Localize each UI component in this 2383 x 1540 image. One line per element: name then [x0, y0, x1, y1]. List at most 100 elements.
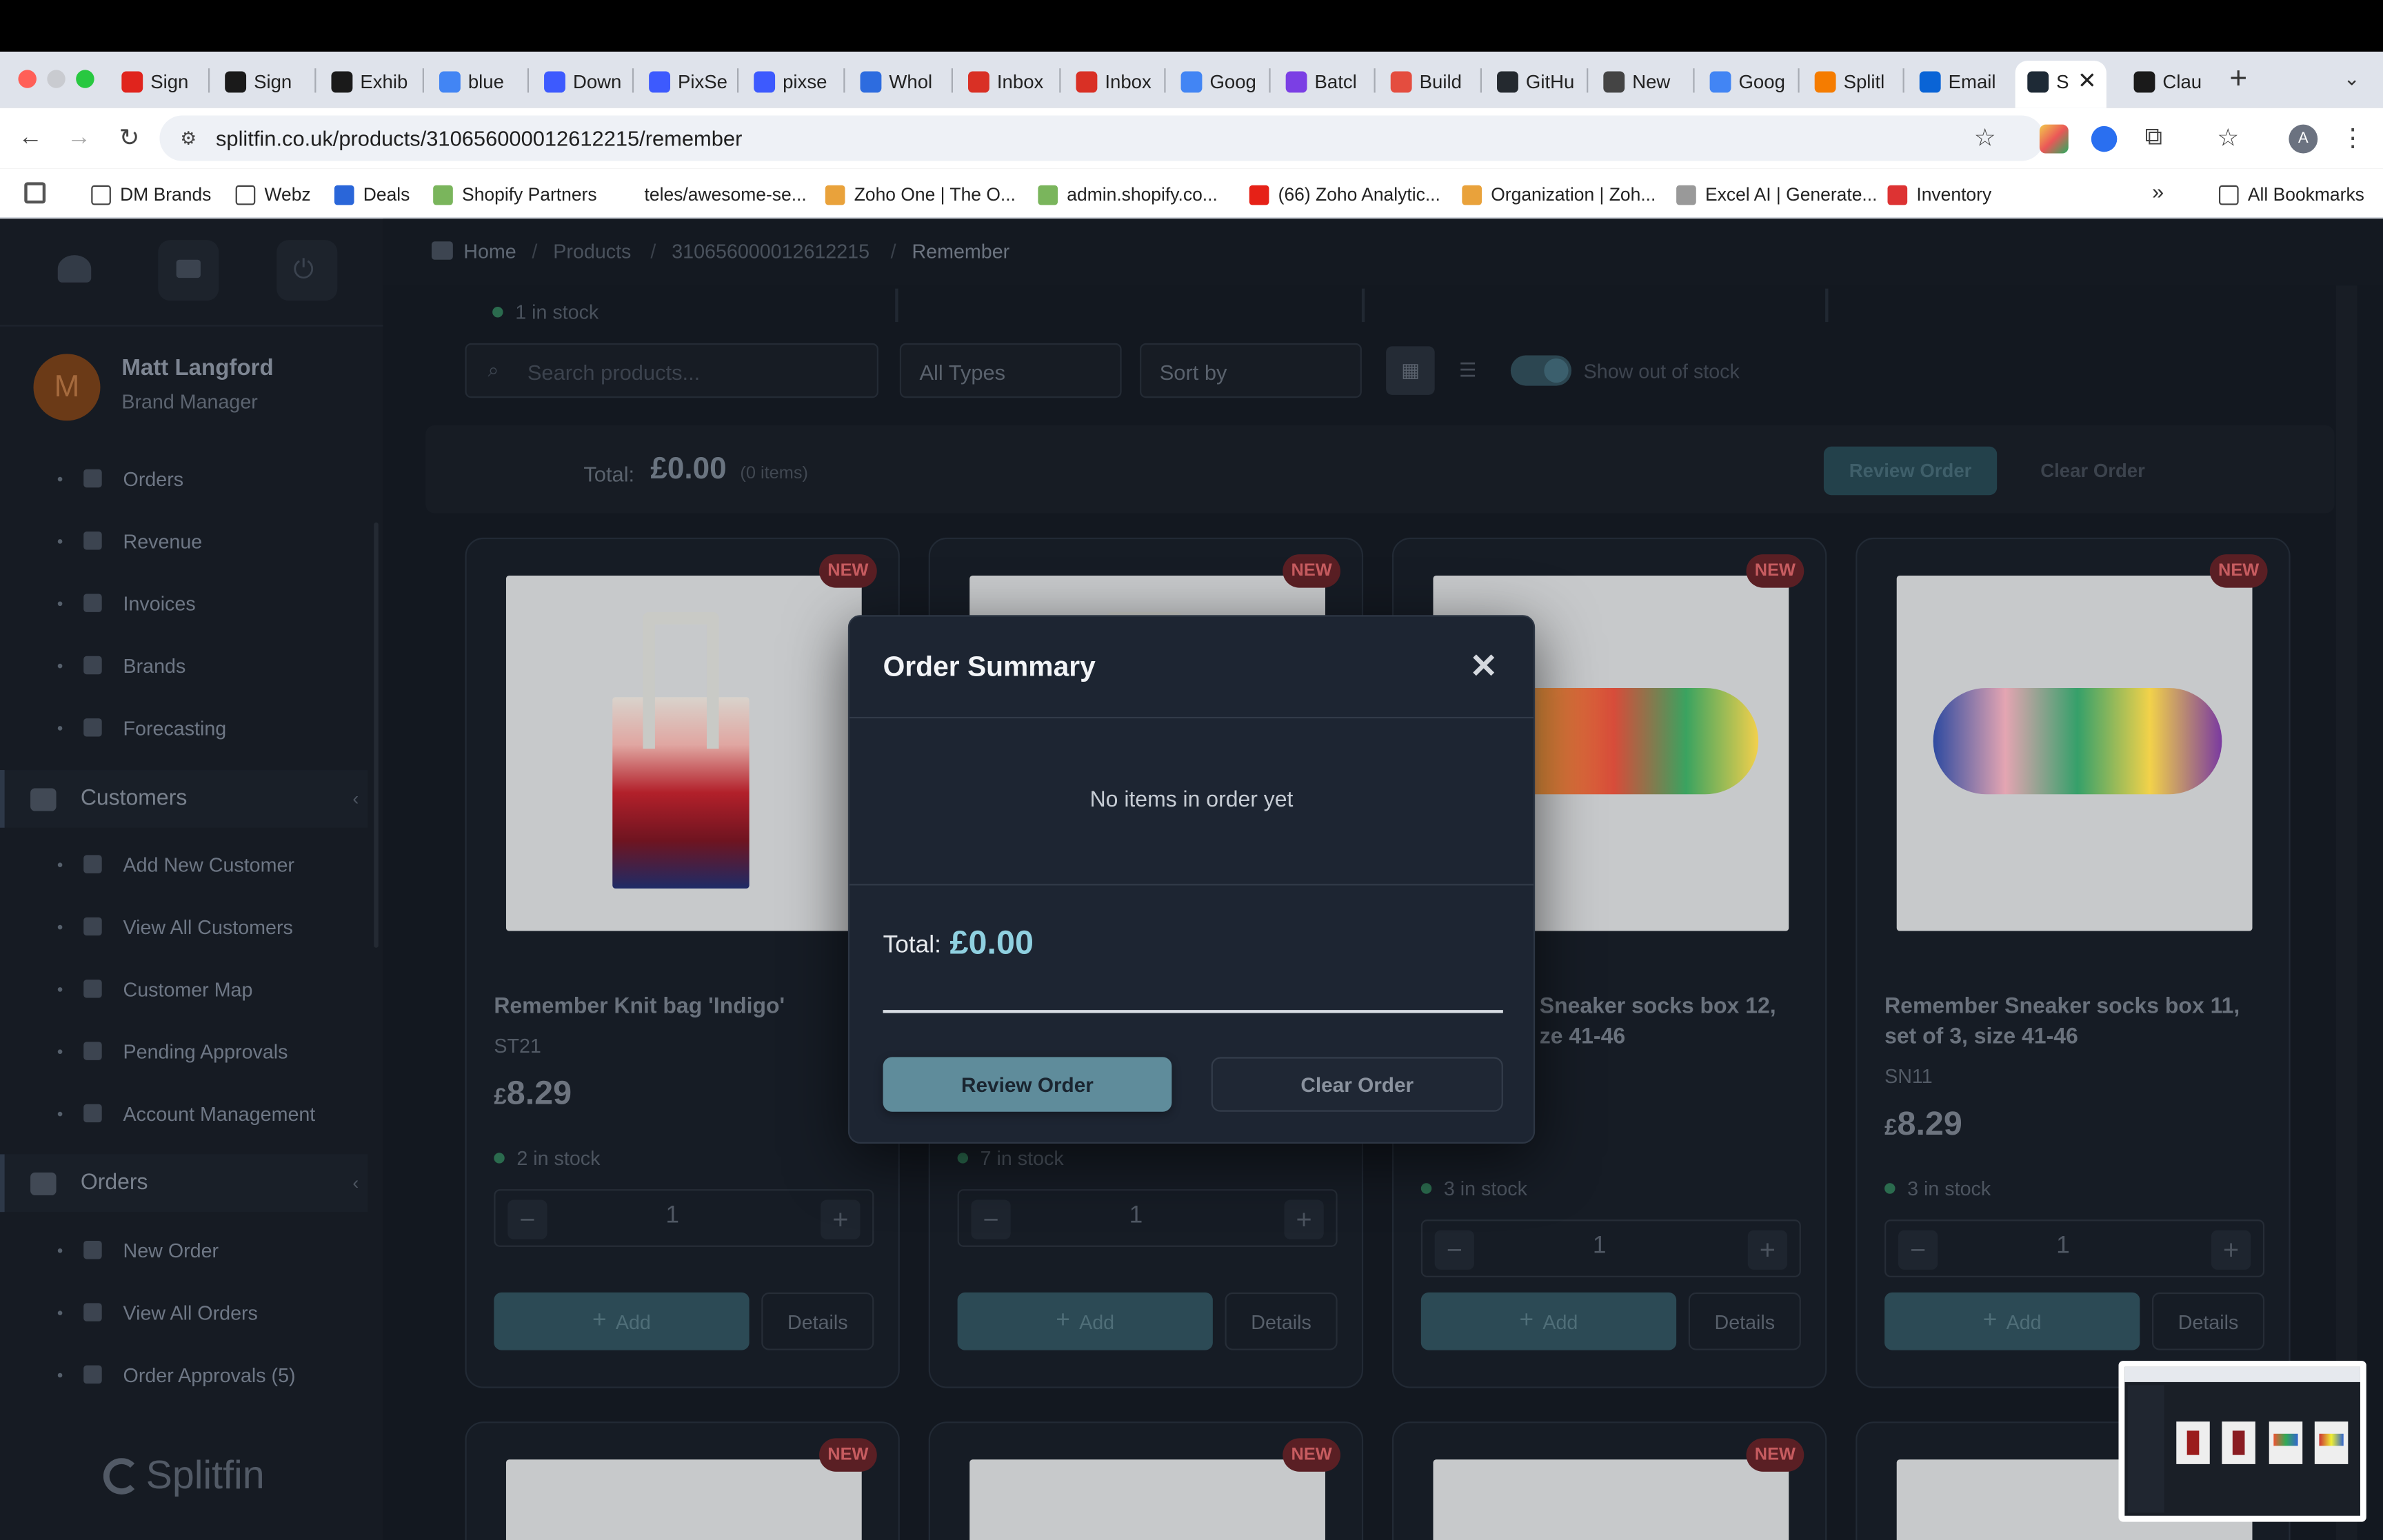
sidebar-item-add-new-customer[interactable]: Add New Customer — [57, 847, 294, 880]
browser-tab[interactable]: New — [1591, 61, 1686, 101]
browser-tab[interactable]: Clau — [2122, 61, 2216, 101]
browser-tab[interactable]: Sign — [213, 61, 308, 101]
tab-search-chevron-icon[interactable]: ⌄ — [2344, 67, 2360, 91]
browser-tab[interactable]: Sign — [110, 61, 204, 101]
sort-select[interactable]: Sort by — [1140, 343, 1362, 398]
close-window-button[interactable] — [18, 70, 37, 88]
site-settings-icon[interactable]: ⚙ — [172, 121, 205, 154]
sidebar-item-order-approvals-5-[interactable]: Order Approvals (5) — [57, 1358, 296, 1391]
out-of-stock-toggle[interactable] — [1510, 355, 1572, 386]
increment-button[interactable]: + — [2211, 1230, 2251, 1270]
breadcrumb-home[interactable]: Home — [463, 240, 516, 263]
bookmark-item[interactable]: DM Brands — [91, 179, 211, 210]
quantity-stepper[interactable]: − 1 + — [1420, 1219, 1801, 1277]
add-button[interactable]: + Add — [1884, 1292, 2140, 1350]
search-input[interactable]: ⌕ Search products... — [465, 343, 878, 398]
details-button[interactable]: Details — [1225, 1292, 1338, 1350]
quantity-value[interactable]: 1 — [1129, 1203, 1143, 1230]
bookmark-item[interactable]: teles/awesome-se... — [615, 179, 807, 210]
quantity-value[interactable]: 1 — [665, 1203, 679, 1230]
close-icon[interactable]: ✕ — [1469, 647, 1498, 687]
bookmark-item[interactable]: Zoho One | The O... — [825, 179, 1016, 210]
menu-kebab-icon[interactable]: ⋮ — [2336, 121, 2369, 154]
sidebar-item-view-all-customers[interactable]: View All Customers — [57, 910, 293, 943]
bookmark-item[interactable]: admin.shopify.co... — [1038, 179, 1218, 210]
details-button[interactable]: Details — [2152, 1292, 2265, 1350]
screenshot-thumbnail[interactable] — [2118, 1361, 2366, 1522]
reading-list-star-icon[interactable]: ☆ — [2211, 121, 2244, 154]
extension-icon[interactable] — [2039, 124, 2069, 154]
sidebar-item-pending-approvals[interactable]: Pending Approvals — [57, 1034, 288, 1067]
increment-button[interactable]: + — [1747, 1230, 1788, 1270]
browser-tab[interactable]: Down — [532, 61, 626, 101]
browser-tab[interactable]: Inbox — [1064, 61, 1158, 101]
extension-icon[interactable] — [2091, 125, 2118, 152]
sidebar-header-customers[interactable]: Customers ‹ — [30, 779, 359, 818]
new-tab-button[interactable]: + — [2229, 62, 2247, 97]
product-image[interactable] — [1896, 576, 2253, 931]
sidebar-item-invoices[interactable]: Invoices — [57, 586, 196, 619]
browser-tab[interactable]: Build — [1378, 61, 1473, 101]
product-image[interactable] — [969, 1459, 1325, 1540]
breadcrumb-product-id[interactable]: 310656000012612215 — [672, 240, 869, 263]
forward-icon[interactable]: → — [62, 121, 95, 154]
sidebar-item-orders[interactable]: Orders — [57, 462, 183, 495]
more-bookmarks-icon[interactable]: » — [2152, 179, 2164, 203]
sidebar-item-new-order[interactable]: New Order — [57, 1233, 219, 1266]
sidebar-item-view-all-orders[interactable]: View All Orders — [57, 1295, 258, 1328]
browser-tab[interactable]: Goog — [1698, 61, 1792, 101]
details-button[interactable]: Details — [761, 1292, 874, 1350]
bookmark-item[interactable]: (66) Zoho Analytic... — [1249, 179, 1440, 210]
list-view-button[interactable]: ☰ — [1444, 346, 1493, 395]
avatar[interactable]: M — [33, 354, 101, 421]
apps-grid-icon[interactable] — [24, 182, 46, 204]
increment-button[interactable]: + — [1284, 1199, 1324, 1239]
sidebar-item-forecasting[interactable]: Forecasting — [57, 711, 226, 744]
mail-button[interactable] — [158, 240, 219, 301]
sidebar-item-account-management[interactable]: Account Management — [57, 1097, 316, 1130]
bookmark-item[interactable]: Webz — [235, 179, 311, 210]
power-button[interactable]: ⏻ — [276, 240, 338, 301]
review-order-button[interactable]: Review Order — [1823, 446, 1998, 496]
quantity-value[interactable]: 1 — [2056, 1233, 2070, 1261]
details-button[interactable]: Details — [1688, 1292, 1801, 1350]
browser-tab[interactable]: S — [2015, 61, 2076, 101]
close-tab-icon[interactable]: ✕ — [2078, 67, 2097, 94]
back-icon[interactable]: ← — [14, 121, 47, 154]
bookmark-item[interactable]: Deals — [334, 179, 410, 210]
browser-tab[interactable]: Splitl — [1802, 61, 1897, 101]
sidebar-item-customer-map[interactable]: Customer Map — [57, 972, 252, 1005]
browser-tab[interactable]: Goog — [1169, 61, 1263, 101]
bookmark-item[interactable]: Excel AI | Generate... — [1676, 179, 1877, 210]
decrement-button[interactable]: − — [1434, 1230, 1474, 1270]
grid-view-button[interactable]: ▦ — [1386, 346, 1435, 395]
profile-avatar[interactable]: A — [2289, 124, 2318, 154]
sidebar-item-revenue[interactable]: Revenue — [57, 524, 202, 557]
browser-tab[interactable]: pixse — [742, 61, 836, 101]
bookmark-star-icon[interactable]: ☆ — [1968, 121, 2001, 154]
modal-clear-order-button[interactable]: Clear Order — [1211, 1057, 1503, 1112]
bell-icon[interactable] — [57, 255, 92, 283]
browser-tab[interactable]: GitHu — [1485, 61, 1579, 101]
modal-review-order-button[interactable]: Review Order — [883, 1057, 1172, 1112]
sidebar-item-brands[interactable]: Brands — [57, 649, 185, 682]
bookmark-item[interactable]: Inventory — [1887, 179, 1991, 210]
quantity-value[interactable]: 1 — [1593, 1233, 1607, 1261]
decrement-button[interactable]: − — [971, 1199, 1011, 1239]
all-bookmarks[interactable]: All Bookmarks — [2218, 179, 2364, 210]
product-image[interactable] — [1433, 1459, 1789, 1540]
product-image[interactable] — [505, 576, 862, 931]
sidebar-scrollbar[interactable] — [374, 522, 379, 948]
quantity-stepper[interactable]: − 1 + — [1884, 1219, 2265, 1277]
bookmark-item[interactable]: Shopify Partners — [433, 179, 597, 210]
quantity-stepper[interactable]: − 1 + — [957, 1189, 1338, 1247]
quantity-stepper[interactable]: − 1 + — [494, 1189, 874, 1247]
bookmark-item[interactable]: Organization | Zoh... — [1462, 179, 1656, 210]
reload-icon[interactable]: ↻ — [112, 121, 145, 154]
browser-tab[interactable]: PixSe — [637, 61, 732, 101]
browser-tab[interactable]: Batcl — [1274, 61, 1368, 101]
decrement-button[interactable]: − — [1898, 1230, 1938, 1270]
add-button[interactable]: + Add — [957, 1292, 1213, 1350]
add-button[interactable]: + Add — [494, 1292, 750, 1350]
add-button[interactable]: + Add — [1420, 1292, 1677, 1350]
